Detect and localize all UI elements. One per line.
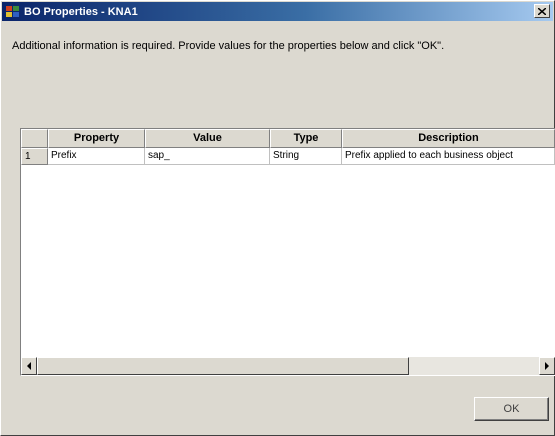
horizontal-scrollbar[interactable] — [21, 357, 555, 375]
grid-header-row: Property Value Type Description — [21, 129, 555, 148]
scroll-right-button[interactable] — [539, 357, 555, 375]
right-arrow-icon — [545, 362, 549, 370]
description-cell: Prefix applied to each business object — [342, 148, 555, 165]
column-header-type[interactable]: Type — [270, 129, 342, 148]
column-header-value[interactable]: Value — [145, 129, 270, 148]
scrollbar-thumb[interactable] — [37, 357, 409, 375]
table-row[interactable]: 1 Prefix sap_ String Prefix applied to e… — [21, 148, 555, 165]
type-cell: String — [270, 148, 342, 165]
column-header-description[interactable]: Description — [342, 129, 555, 148]
bo-properties-dialog: BO Properties - KNA1 Additional informat… — [0, 0, 555, 436]
scroll-left-button[interactable] — [21, 357, 37, 375]
left-arrow-icon — [27, 362, 31, 370]
column-header-corner[interactable] — [21, 129, 48, 148]
ok-button[interactable]: OK — [474, 397, 549, 421]
close-button[interactable] — [534, 4, 550, 18]
instructions-text: Additional information is required. Prov… — [12, 40, 445, 52]
app-icon — [6, 5, 20, 18]
row-number[interactable]: 1 — [21, 148, 48, 165]
window-title: BO Properties - KNA1 — [24, 5, 138, 18]
column-header-property[interactable]: Property — [48, 129, 145, 148]
title-bar[interactable]: BO Properties - KNA1 — [2, 2, 553, 21]
value-cell[interactable]: sap_ — [145, 148, 270, 165]
properties-grid: Property Value Type Description 1 Prefix… — [20, 128, 555, 376]
close-icon — [538, 7, 546, 15]
property-cell: Prefix — [48, 148, 145, 165]
